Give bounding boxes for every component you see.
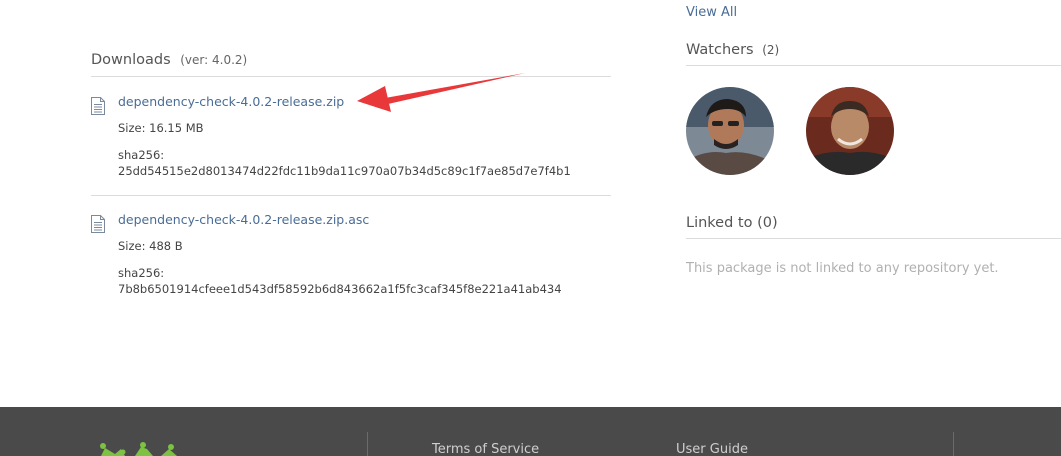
watchers-title: Watchers [686,42,754,58]
downloads-section: Downloads (ver: 4.0.2) dependency-check-… [91,52,611,298]
avatar-photo-icon [686,87,774,175]
annotation-arrow [357,73,525,112]
download-item: dependency-check-4.0.2-release.zip Size:… [91,77,611,196]
package-page: Downloads (ver: 4.0.2) dependency-check-… [0,0,1061,456]
download-item: dependency-check-4.0.2-release.zip.asc S… [91,196,611,298]
download-link[interactable]: dependency-check-4.0.2-release.zip.asc [118,212,611,229]
file-size: Size: 488 B [118,239,183,253]
avatar-photo-icon [806,87,894,175]
watchers-count: (2) [762,43,780,57]
watchers-heading: Watchers (2) [686,42,1061,66]
watcher-avatar[interactable] [806,87,894,175]
file-size: Size: 16.15 MB [118,121,204,135]
not-linked-message: This package is not linked to any reposi… [686,261,999,276]
linked-to-heading: Linked to (0) [686,215,1061,239]
view-all-link[interactable]: View All [686,5,737,20]
footer: Terms of Service User Guide [0,407,1061,456]
logo-icon [100,442,177,456]
file-icon [91,215,105,233]
downloads-title: Downloads [91,52,171,68]
footer-divider [367,432,368,456]
downloads-heading: Downloads (ver: 4.0.2) [91,52,611,77]
footer-link-terms[interactable]: Terms of Service [432,442,539,456]
file-icon [91,97,105,115]
sha256-value: 25dd54515e2d8013474d22fdc11b9da11c970a07… [118,164,571,178]
downloads-version: (ver: 4.0.2) [180,53,248,67]
footer-divider [953,432,954,456]
sha256-value: 7b8b6501914cfeee1d543df58592b6d843662a1f… [118,282,562,296]
footer-link-user-guide[interactable]: User Guide [676,442,748,456]
sha256-label: sha256: [118,266,165,280]
sha256-label: sha256: [118,148,165,162]
watcher-avatar[interactable] [686,87,774,175]
